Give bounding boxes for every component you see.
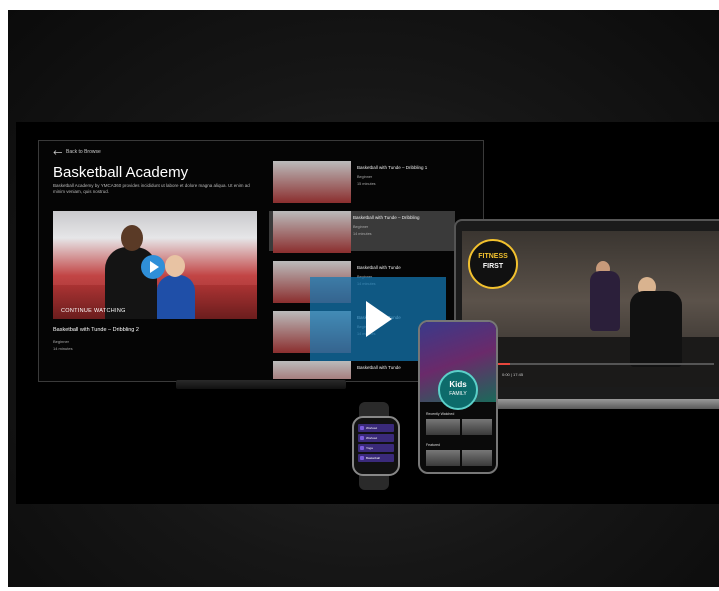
watch-item-label: Workout [366,436,378,440]
video-thumbnail[interactable] [462,419,492,435]
trainer-1 [590,271,620,331]
continue-watching-label: CONTINUE WATCHING [61,308,126,314]
logo-bottom-text: FIRST [482,263,504,270]
video-thumbnail [273,161,351,203]
video-time: 0:00 | 17:45 [502,372,524,377]
video-progress-bar[interactable] [474,363,714,365]
list-item-level: Beginner [357,175,373,179]
list-item-title: Basketball with Tunde – Dribbling 1 [357,165,428,170]
watch-item-label: Basketball [366,456,380,460]
promo-stage: Back to Browse Basketball Academy Basket… [8,10,719,587]
watch-menu-item[interactable]: Basketball [358,454,394,462]
activity-icon [360,436,364,440]
video-thumbnail[interactable] [426,450,460,466]
tv-stand [176,380,346,389]
hero-video-duration: 14 minutes [53,346,73,351]
back-arrow-icon [53,149,62,155]
kids-family-badge: Kids FAMILY [438,370,478,410]
watch-item-label: Workout [366,426,378,430]
smartwatch: Workout Workout Yoga Basketball [352,416,400,476]
hero-video-card[interactable]: CONTINUE WATCHING [53,211,257,319]
fitness-first-logo: FITNESS FIRST [468,239,518,289]
list-item[interactable]: Basketball with Tunde – Dribbling 1 Begi… [273,161,483,203]
hero-video-level: Beginner [53,339,70,344]
list-item-selected[interactable]: Basketball with Tunde – Dribbling Beginn… [269,211,455,253]
list-item-title: Basketball with Tunde – Dribbling [353,215,420,220]
list-item-level: Beginner [353,225,369,229]
play-icon[interactable] [366,301,392,337]
laptop-video-player[interactable]: FITNESS FIRST 0:00 | 17:45 [462,231,719,387]
activity-icon [360,446,364,450]
phone: Kids FAMILY Recently Watched Featured [418,320,498,474]
badge-subtitle: FAMILY [449,391,467,397]
play-icon[interactable] [141,255,165,279]
badge-title: Kids [449,380,467,389]
hero-video-title: Basketball with Tunde – Dribbling 2 [53,327,139,333]
watch-menu-item[interactable]: Workout [358,424,394,432]
list-item-duration: 15 minutes [357,182,376,186]
back-label: Back to Browse [66,149,101,155]
trainer-2 [630,291,682,367]
list-item-title: Basketball with Tunde [357,365,401,370]
watch-menu-item[interactable]: Workout [358,434,394,442]
recently-watched-label: Recently Watched [426,412,455,416]
activity-icon [360,426,364,430]
featured-label: Featured [426,443,441,447]
video-thumbnail[interactable] [462,450,492,466]
page-title: Basketball Academy [53,164,189,181]
video-thumbnail[interactable] [426,419,460,435]
coach-head [121,225,143,251]
watch-item-label: Yoga [366,446,373,450]
kid-head [165,255,185,277]
kid-figure [157,275,195,319]
watch-menu-item[interactable]: Yoga [358,444,394,452]
activity-icon [360,456,364,460]
page-description: Basketball Academy by YMCA360 provides i… [53,183,250,194]
back-to-browse-link[interactable]: Back to Browse [53,149,101,155]
list-item-duration: 14 minutes [353,232,372,236]
logo-top-text: FITNESS [478,253,508,260]
watch-menu: Workout Workout Yoga Basketball [358,424,394,468]
list-item-title: Basketball with Tunde [357,265,401,270]
video-thumbnail [273,361,351,379]
video-thumbnail [273,211,351,253]
